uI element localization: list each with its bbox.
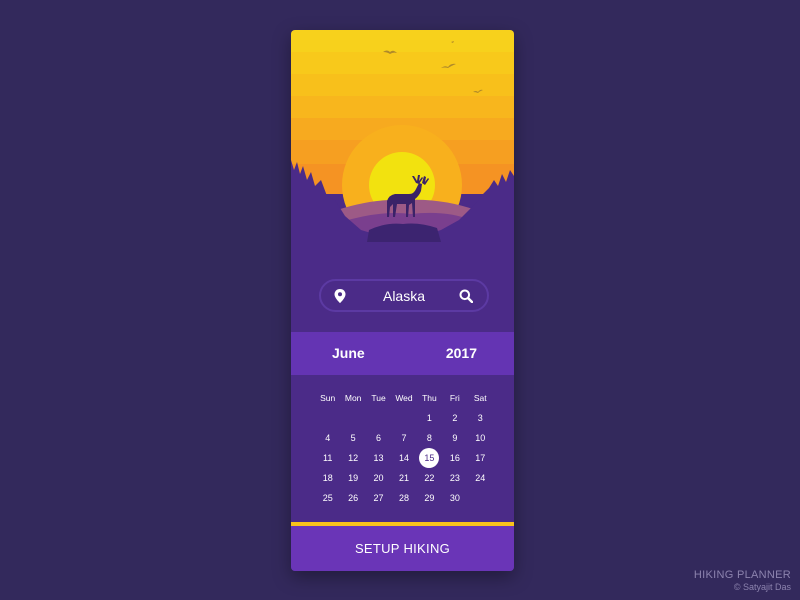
calendar-day-number: 17: [475, 453, 486, 463]
setup-hiking-button[interactable]: SETUP HIKING: [291, 526, 514, 571]
month-year-header: June 2017: [291, 332, 514, 375]
calendar-day-number: 27: [373, 493, 384, 503]
calendar-day-number: 1: [426, 413, 432, 423]
calendar-day[interactable]: 14: [391, 453, 416, 463]
calendar-day[interactable]: 5: [340, 433, 365, 443]
app-title: HIKING PLANNER: [693, 569, 791, 581]
search-icon[interactable]: [459, 289, 473, 303]
calendar-day[interactable]: 7: [391, 433, 416, 443]
calendar-week-row: 11 12 13 14 15 16 17: [315, 448, 493, 468]
location-search-bar[interactable]: Alaska: [319, 279, 489, 312]
credit-block: HIKING PLANNER © Satyajit Das: [694, 569, 791, 592]
calendar-day[interactable]: 26: [340, 493, 365, 503]
calendar-day-number: 4: [325, 433, 331, 443]
calendar-day-number: 29: [424, 493, 435, 503]
sunset-landscape-illustration: [291, 30, 514, 280]
calendar-day[interactable]: 9: [442, 433, 467, 443]
calendar-day[interactable]: 30: [442, 493, 467, 503]
calendar-day[interactable]: 18: [315, 473, 340, 483]
calendar-day-number: 28: [398, 493, 409, 503]
calendar-day-number: 13: [373, 453, 384, 463]
calendar-week-row: 25 26 27 28 29 30: [315, 488, 493, 508]
calendar-day-number: 5: [350, 433, 356, 443]
calendar-day[interactable]: 4: [315, 433, 340, 443]
calendar-day[interactable]: 17: [468, 453, 493, 463]
weekday-header-row: Sun Mon Tue Wed Thu Fri Sat: [315, 388, 493, 408]
calendar-day[interactable]: 23: [442, 473, 467, 483]
calendar-day-number: 10: [475, 433, 486, 443]
calendar-day[interactable]: 6: [366, 433, 391, 443]
calendar-day[interactable]: 3: [468, 413, 493, 423]
calendar-day-number: 6: [376, 433, 382, 443]
calendar-day-number: 16: [449, 453, 460, 463]
weekday-label: Sat: [473, 393, 487, 403]
calendar-day-number: 30: [449, 493, 460, 503]
calendar-day-number: 26: [348, 493, 359, 503]
calendar-week-row: 1 2 3: [315, 408, 493, 428]
calendar-day[interactable]: 21: [391, 473, 416, 483]
calendar-day[interactable]: 28: [391, 493, 416, 503]
month-label[interactable]: June: [332, 345, 365, 361]
calendar-day[interactable]: 27: [366, 493, 391, 503]
calendar-day[interactable]: 22: [417, 473, 442, 483]
hiking-planner-card: Alaska June 2017 Sun Mon Tue Wed Thu Fri…: [291, 30, 514, 571]
calendar-day-number: 11: [323, 453, 333, 463]
weekday-label: Wed: [395, 393, 413, 403]
calendar-day-number: 12: [348, 453, 359, 463]
weekday-label: Sun: [320, 393, 336, 403]
calendar-day-number: 9: [452, 433, 458, 443]
calendar-day[interactable]: 20: [366, 473, 391, 483]
calendar-week-row: 18 19 20 21 22 23 24: [315, 468, 493, 488]
calendar-day[interactable]: 29: [417, 493, 442, 503]
calendar-day[interactable]: 25: [315, 493, 340, 503]
calendar-day-number: 23: [449, 473, 460, 483]
calendar-day-number: 24: [475, 473, 486, 483]
calendar-day[interactable]: 19: [340, 473, 365, 483]
weekday-label: Fri: [449, 393, 460, 403]
calendar-day[interactable]: 2: [442, 413, 467, 423]
calendar-day[interactable]: 11: [315, 453, 340, 463]
calendar-day-number: 8: [426, 433, 432, 443]
calendar-day[interactable]: 8: [417, 433, 442, 443]
calendar-day-number: 3: [477, 413, 483, 423]
calendar-day-number: 18: [322, 473, 333, 483]
year-label[interactable]: 2017: [446, 345, 477, 361]
calendar-day-number: 2: [452, 413, 458, 423]
weekday-label: Thu: [422, 393, 437, 403]
calendar-day-number: 19: [348, 473, 359, 483]
calendar-day-number: 25: [322, 493, 333, 503]
calendar-week-row: 4 5 6 7 8 9 10: [315, 428, 493, 448]
calendar-day-number: 15: [419, 448, 440, 468]
calendar-day-number: 7: [401, 433, 407, 443]
calendar-grid: Sun Mon Tue Wed Thu Fri Sat 1 2 3 4 5 6 7 8 9 10 1…: [315, 388, 493, 508]
calendar-day-number: 20: [373, 473, 384, 483]
calendar-day[interactable]: 16: [442, 453, 467, 463]
calendar-day-selected[interactable]: 15: [417, 448, 442, 468]
weekday-label: Mon: [344, 393, 362, 403]
calendar-day[interactable]: 10: [468, 433, 493, 443]
calendar-day[interactable]: 24: [468, 473, 493, 483]
hero-illustration: [291, 30, 514, 280]
calendar-day[interactable]: 1: [417, 413, 442, 423]
calendar-day[interactable]: 13: [366, 453, 391, 463]
calendar-day-number: 22: [424, 473, 435, 483]
calendar-day[interactable]: 12: [340, 453, 365, 463]
calendar-day-number: 21: [398, 473, 409, 483]
calendar-day-number: 14: [398, 453, 409, 463]
weekday-label: Tue: [371, 393, 386, 403]
author-credit: © Satyajit Das: [733, 582, 791, 592]
